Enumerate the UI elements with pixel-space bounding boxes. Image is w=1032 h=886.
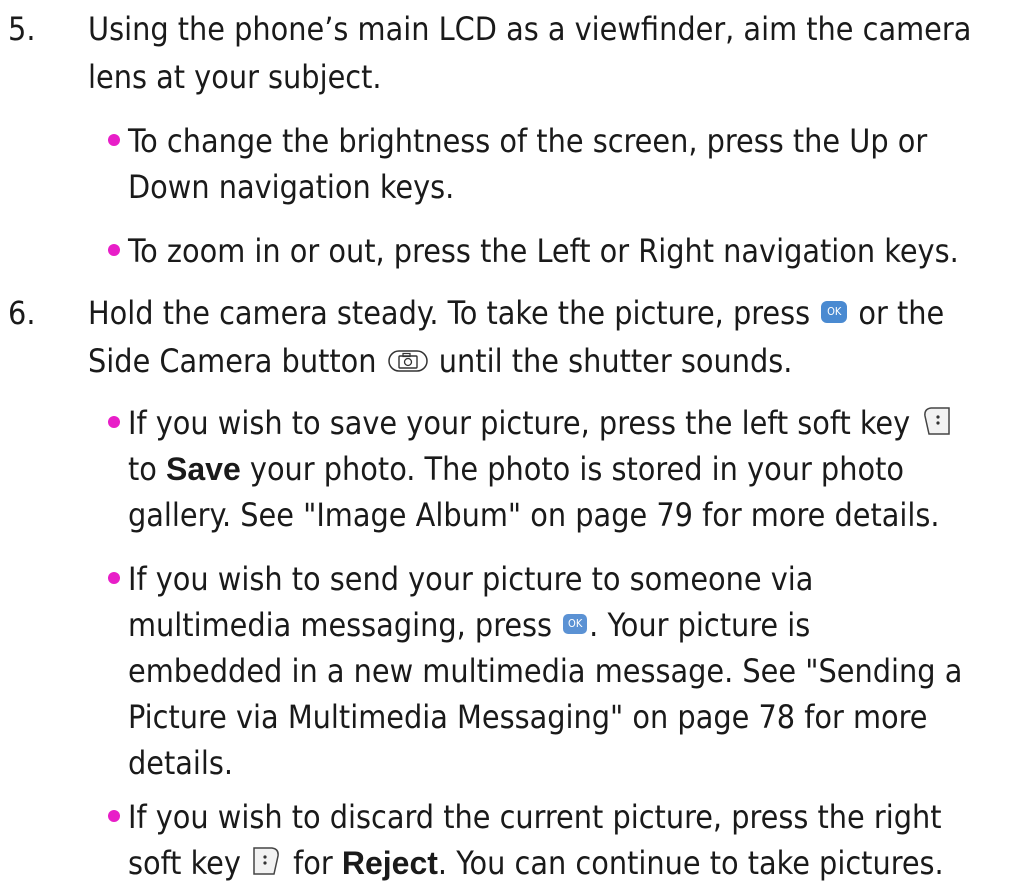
bullet-dot — [108, 244, 120, 256]
bullet-text-line: Down navigation keys. — [128, 168, 455, 206]
bullet-item: If you wish to send your picture to some… — [108, 558, 1023, 601]
bullet-dot — [108, 416, 120, 428]
bullet-text-line: If you wish to discard the current pictu… — [128, 798, 942, 836]
left-soft-key-icon — [924, 407, 951, 435]
step-text-segment: Side Camera button — [88, 342, 377, 380]
bullet-text-line: To change the brightness of the screen, … — [128, 122, 928, 160]
bullet-text-line: details. — [128, 744, 234, 782]
bullet-text-line: To zoom in or out, press the Left or Rig… — [128, 232, 959, 270]
bullet-dot — [108, 572, 120, 584]
step-text-segment: Hold the camera steady. To take the pict… — [88, 294, 811, 332]
bullet-dot — [108, 134, 120, 146]
step-text-line: Using the phone’s main LCD as a viewfind… — [88, 10, 972, 48]
step-text-line: Hold the camera steady. To take the pict… — [88, 292, 1018, 335]
bullet-text-segment: to — [128, 450, 157, 488]
bullet-text-line: If you wish to save your picture, press … — [128, 404, 911, 442]
bullet-text-segment: . Your picture is — [589, 606, 811, 644]
bullet-text-continuation: Down navigation keys. — [128, 166, 1023, 209]
bullet-text-line: gallery. See "Image Album" on page 79 fo… — [128, 496, 940, 534]
bullet-text-continuation: multimedia messaging, press OK. Your pic… — [128, 604, 1023, 647]
step-text-segment: or the — [858, 294, 945, 332]
bullet-text-segment: for — [293, 844, 333, 882]
bullet-text-continuation: to Save your photo. The photo is stored … — [128, 448, 1023, 491]
bullet-text-segment: . You can continue to take pictures. — [437, 844, 944, 882]
bullet-dot — [108, 810, 120, 822]
bullet-text-segment: your photo. The photo is stored in your … — [249, 450, 904, 488]
ok-key-icon: OK — [821, 301, 848, 323]
bullet-text-segment: multimedia messaging, press — [128, 606, 553, 644]
bullet-text-continuation: embedded in a new multimedia message. Se… — [128, 650, 1023, 693]
step-number: 6. — [8, 294, 36, 332]
bullet-item: If you wish to discard the current pictu… — [108, 796, 1023, 839]
bullet-item: To change the brightness of the screen, … — [108, 120, 1023, 163]
reject-term: Reject — [341, 845, 438, 881]
bullet-text-line: If you wish to send your picture to some… — [128, 560, 814, 598]
side-camera-button-icon — [387, 350, 428, 372]
bullet-text-continuation: details. — [128, 742, 1023, 785]
step-number: 5. — [8, 10, 36, 48]
step-text-line: lens at your subject. — [88, 58, 382, 96]
bullet-text-line: Picture via Multimedia Messaging" on pag… — [128, 698, 928, 736]
bullet-text-continuation: gallery. See "Image Album" on page 79 fo… — [128, 494, 1023, 537]
bullet-item: To zoom in or out, press the Left or Rig… — [108, 230, 1023, 273]
bullet-text-continuation: soft key for Reject. You can continue to… — [128, 842, 1023, 885]
bullet-text-continuation: Picture via Multimedia Messaging" on pag… — [128, 696, 1023, 739]
bullet-text-segment: soft key — [128, 844, 241, 882]
ok-key-icon: OK — [563, 614, 588, 634]
step-text-line: Side Camera button until the shutter sou… — [88, 340, 1018, 383]
right-soft-key-icon — [253, 847, 279, 875]
bullet-item: If you wish to save your picture, press … — [108, 402, 1023, 445]
bullet-text-line: embedded in a new multimedia message. Se… — [128, 652, 963, 690]
save-term: Save — [166, 451, 241, 487]
step-text-segment: until the shutter sounds. — [438, 342, 793, 380]
